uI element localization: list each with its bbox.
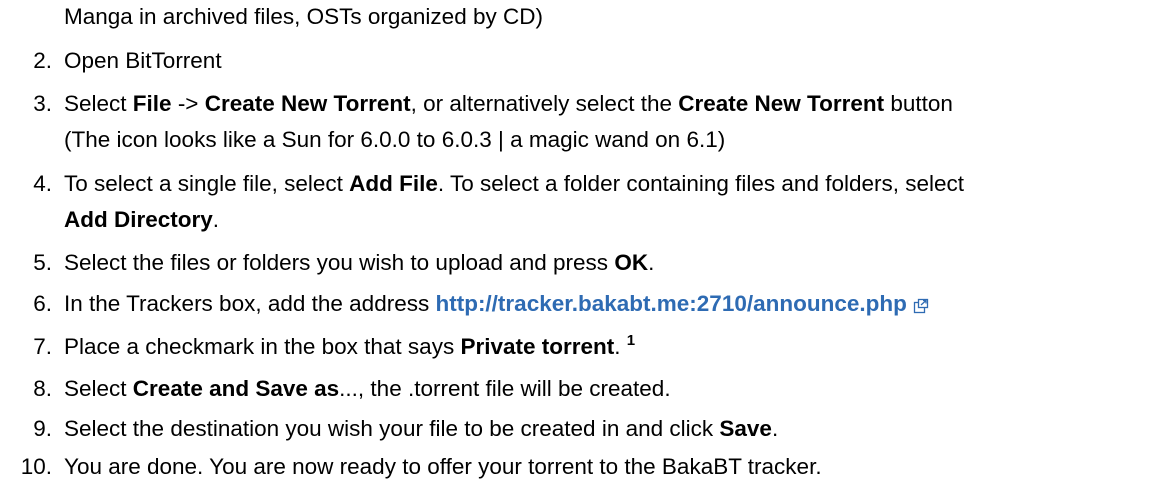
list-number: 5. (33, 250, 52, 275)
step-text: Open BitTorrent (64, 48, 222, 73)
bold-term: Create and Save as (132, 376, 340, 401)
footnote-reference[interactable]: 1 (627, 332, 635, 349)
list-number: 8. (33, 376, 52, 401)
bold-term: Create New Torrent (678, 91, 885, 116)
step-text: Select File -> Create New Torrent, or al… (64, 91, 953, 116)
bold-term: Save (719, 416, 772, 441)
step-text: Select Create and Save as..., the .torre… (64, 376, 671, 401)
bold-term: Create New Torrent (204, 91, 411, 116)
list-number: 6. (33, 291, 52, 316)
step-text: To select a single file, select Add File… (64, 171, 965, 196)
bold-term: Add File (349, 171, 438, 196)
step-text-continuation: (The icon looks like a Sun for 6.0.0 to … (64, 127, 726, 152)
bold-term: OK (614, 250, 649, 275)
list-number: 2. (33, 48, 52, 73)
external-link-icon[interactable] (913, 296, 929, 319)
tracker-url-link[interactable]: http://tracker.bakabt.me:2710/announce.p… (435, 291, 906, 316)
list-number: 7. (33, 334, 52, 359)
step-text: Select the files or folders you wish to … (64, 250, 655, 275)
list-number: 9. (33, 416, 52, 441)
bold-term: Add Directory (64, 207, 213, 232)
list-number: 4. (33, 171, 52, 196)
instructions-document: Manga in archived files, OSTs organized … (0, 0, 1158, 483)
step-text: In the Trackers box, add the address htt… (64, 291, 929, 319)
step-text: Select the destination you wish your fil… (64, 416, 779, 441)
step-text: Place a checkmark in the box that says P… (64, 332, 636, 359)
bold-term: Private torrent (460, 334, 615, 359)
step-text: You are done. You are now ready to offer… (64, 454, 822, 479)
list-number: 10. (20, 454, 52, 479)
step-text-continuation: Add Directory. (64, 207, 220, 232)
list-number: 3. (33, 91, 52, 116)
bold-term: File (132, 91, 172, 116)
